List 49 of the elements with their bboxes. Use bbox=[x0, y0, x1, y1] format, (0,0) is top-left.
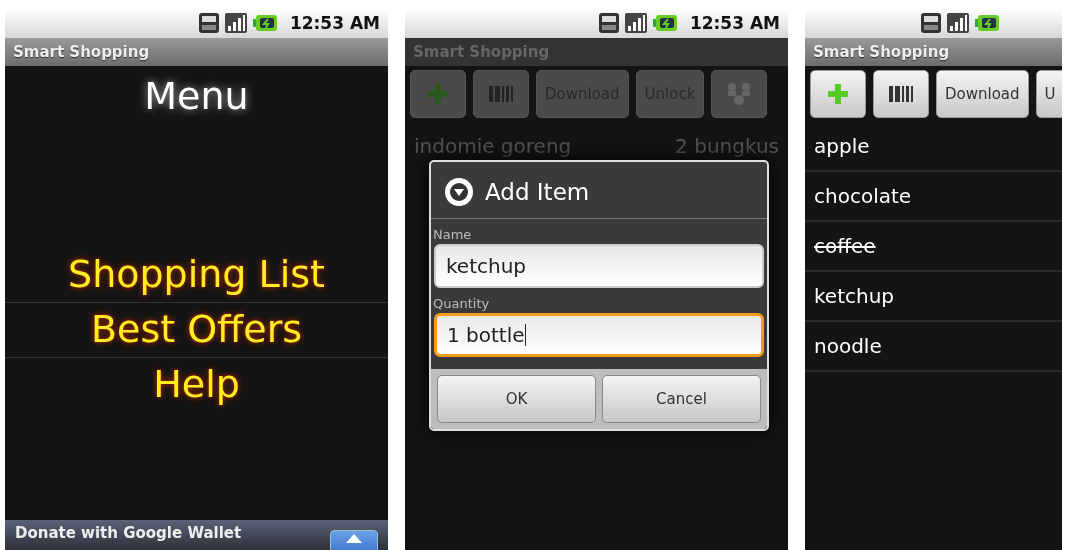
dialog-button[interactable]: Cancel bbox=[602, 375, 761, 423]
menu-item[interactable]: Help bbox=[5, 358, 388, 412]
menu-heading: Menu bbox=[143, 74, 250, 118]
dialog-button[interactable]: OK bbox=[437, 375, 596, 423]
field-label: Quantity bbox=[432, 296, 491, 313]
network-type-icon bbox=[197, 12, 220, 34]
plus-icon bbox=[426, 82, 450, 106]
menu-item[interactable]: Shopping List bbox=[5, 248, 388, 303]
item-quantity: 2 bungkus bbox=[675, 134, 779, 158]
signal-icon bbox=[946, 12, 970, 34]
text-field[interactable]: 1 bottle bbox=[434, 313, 764, 357]
ad-banner[interactable]: Donate with Google Wallet bbox=[5, 520, 388, 550]
down-arrow-circle-icon bbox=[443, 176, 475, 208]
battery-icon bbox=[251, 13, 278, 33]
item-name: ketchup bbox=[814, 284, 895, 308]
item-name: apple bbox=[814, 134, 870, 158]
list-item[interactable]: coffee bbox=[805, 222, 1062, 272]
item-name: chocolate bbox=[814, 184, 912, 208]
ad-text: Donate with Google Wallet bbox=[15, 524, 242, 542]
clock: 12:53 AM bbox=[289, 13, 380, 33]
item-name: coffee bbox=[814, 234, 876, 258]
list-item[interactable]: chocolate bbox=[805, 172, 1062, 222]
signal-icon bbox=[623, 12, 648, 34]
signal-icon bbox=[223, 12, 248, 34]
list-item[interactable]: noodle bbox=[805, 322, 1062, 372]
battery-icon bbox=[974, 13, 1000, 33]
battery-icon bbox=[651, 13, 678, 33]
menu-item[interactable]: Best Offers bbox=[5, 303, 388, 358]
clock: 12:53 AM bbox=[689, 13, 780, 33]
app-title-bar: Smart Shopping bbox=[5, 38, 388, 66]
field-label: Name bbox=[432, 227, 473, 244]
toolbar-button[interactable]: U bbox=[1035, 70, 1062, 118]
network-type-icon bbox=[920, 12, 942, 34]
share-button[interactable] bbox=[711, 70, 768, 118]
item-name: noodle bbox=[814, 334, 882, 358]
network-type-icon bbox=[597, 12, 620, 34]
app-title-bar: Smart Shopping bbox=[805, 38, 1062, 66]
list-item[interactable]: ketchup bbox=[805, 272, 1062, 322]
toolbar-button[interactable]: Download bbox=[936, 70, 1029, 118]
ad-button[interactable] bbox=[330, 530, 378, 550]
text-field[interactable]: ketchup bbox=[434, 244, 764, 288]
barcode-icon bbox=[888, 84, 914, 104]
barcode-button[interactable] bbox=[873, 70, 929, 118]
item-name: indomie goreng bbox=[414, 134, 572, 158]
plus-icon bbox=[826, 82, 850, 106]
barcode-icon bbox=[488, 84, 514, 104]
add-button[interactable] bbox=[810, 70, 866, 118]
list-item[interactable]: apple bbox=[805, 122, 1062, 172]
dialog-title: Add Item bbox=[485, 179, 590, 205]
